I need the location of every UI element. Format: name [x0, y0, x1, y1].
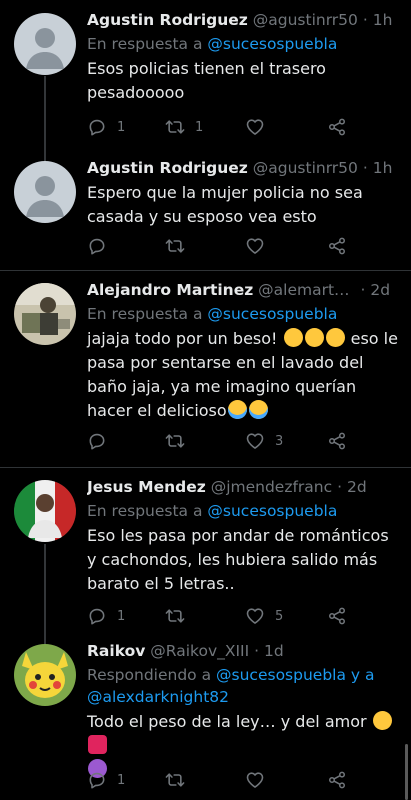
reply-button[interactable]: 1 [87, 116, 125, 138]
user-handle[interactable]: @agustinrr50 [253, 159, 358, 177]
tweet-text: Esos policias tienen el trasero pesadooo… [87, 59, 326, 102]
user-handle[interactable]: @jmendezfranc [211, 478, 332, 496]
like-button[interactable]: 3 [245, 430, 283, 452]
share-icon [327, 117, 347, 137]
reply-button[interactable]: 1 [87, 769, 125, 791]
tweet-actions [87, 235, 357, 257]
joy-emoji-icon [248, 400, 268, 419]
user-handle[interactable]: @agustinrr50 [253, 11, 358, 29]
tweet-text: jajaja todo por un beso! eso le pasa por… [87, 328, 398, 420]
tweet-actions: 1 [87, 769, 357, 791]
joy-emoji-icon [227, 400, 247, 419]
tweet-agustin-1[interactable]: Agustin Rodriguez @agustinrr50 · 1h En r… [0, 0, 411, 146]
tweet-raikov[interactable]: Raikov @Raikov_XIII · 1d Respondiendo a … [0, 632, 411, 800]
reply-icon [87, 431, 107, 451]
avatar[interactable] [14, 283, 76, 345]
reply-button[interactable]: 1 [87, 605, 125, 627]
timestamp[interactable]: 1d [264, 642, 284, 660]
mention-link[interactable]: @sucesospuebla [207, 502, 337, 520]
tweet-header: Raikov @Raikov_XIII · 1d [87, 642, 284, 660]
tweet-agustin-2[interactable]: Agustin Rodriguez @agustinrr50 · 1h Espe… [0, 146, 411, 270]
avatar[interactable] [14, 480, 76, 542]
like-icon [245, 770, 265, 790]
display-name[interactable]: Jesus Mendez [87, 478, 206, 496]
mention-link[interactable]: @alexdarknight82 [87, 688, 229, 706]
like-icon [245, 606, 265, 626]
tweet-actions: 1 1 [87, 116, 357, 138]
tweet-text: Espero que la mujer policia no sea casad… [87, 183, 363, 226]
heart-emoji-icon [88, 735, 107, 754]
retweet-button[interactable]: 1 [165, 116, 203, 138]
mention-link[interactable]: @sucesospuebla [207, 305, 337, 323]
reply-button[interactable] [87, 235, 117, 257]
user-handle[interactable]: @Raikov_XIII [150, 642, 249, 660]
mention-link[interactable]: @sucesospuebla [207, 35, 337, 53]
tweet-header: Agustin Rodriguez @agustinrr50 · 1h [87, 159, 393, 177]
like-icon [245, 431, 265, 451]
share-button[interactable] [327, 605, 347, 627]
tweet-text: Eso les pasa por andar de románticos y c… [87, 526, 389, 593]
rofl-emoji-icon [283, 328, 303, 347]
reply-context: En respuesta a @sucesospuebla [87, 502, 338, 520]
retweet-button[interactable] [165, 769, 195, 791]
tweet-header: Agustin Rodriguez @agustinrr50 · 1h [87, 11, 393, 29]
reply-context: Respondiendo a @sucesospuebla y a @alexd… [87, 666, 375, 706]
share-button[interactable] [327, 235, 347, 257]
scrollbar[interactable] [405, 744, 408, 800]
timestamp[interactable]: 1h [373, 11, 393, 29]
like-icon [245, 117, 265, 137]
reply-icon [87, 770, 107, 790]
share-icon [327, 606, 347, 626]
like-icon [245, 236, 265, 256]
timestamp[interactable]: 2d [347, 478, 367, 496]
display-name[interactable]: Agustin Rodriguez [87, 11, 248, 29]
share-icon [327, 431, 347, 451]
like-button[interactable] [245, 116, 275, 138]
reply-button[interactable] [87, 430, 117, 452]
retweet-icon [165, 770, 185, 790]
timestamp[interactable]: 1h [373, 159, 393, 177]
share-button[interactable] [327, 430, 347, 452]
retweet-button[interactable] [165, 235, 195, 257]
like-button[interactable] [245, 235, 275, 257]
avatar[interactable] [14, 161, 76, 223]
retweet-icon [165, 606, 185, 626]
display-name[interactable]: Agustin Rodriguez [87, 159, 248, 177]
display-name[interactable]: Raikov [87, 642, 145, 660]
retweet-icon [165, 236, 185, 256]
avatar[interactable] [14, 644, 76, 706]
tweet-actions: 3 [87, 430, 357, 452]
share-icon [327, 770, 347, 790]
tweet-actions: 1 5 [87, 605, 357, 627]
avatar[interactable] [14, 13, 76, 75]
reply-context: En respuesta a @sucesospuebla [87, 305, 338, 323]
rofl-emoji-icon [304, 328, 324, 347]
reply-icon [87, 606, 107, 626]
mention-link[interactable]: @sucesospuebla y a [216, 666, 374, 684]
display-name[interactable]: Alejandro Martinez [87, 281, 253, 299]
rofl-emoji-icon [325, 328, 345, 347]
tweet-alejandro[interactable]: Alejandro Martinez @alemart… · 2d En res… [0, 271, 411, 467]
share-button[interactable] [327, 116, 347, 138]
reply-feed: Agustin Rodriguez @agustinrr50 · 1h En r… [0, 0, 411, 800]
tweet-header: Alejandro Martinez @alemart… · 2d [87, 281, 391, 299]
reply-context: En respuesta a @sucesospuebla [87, 35, 338, 53]
reply-icon [87, 117, 107, 137]
retweet-button[interactable] [165, 430, 195, 452]
user-handle[interactable]: @alemart… [258, 281, 349, 299]
reply-icon [87, 236, 107, 256]
share-button[interactable] [327, 769, 347, 791]
retweet-icon [165, 117, 185, 137]
tweet-header: Jesus Mendez @jmendezfranc · 2d [87, 478, 367, 496]
like-button[interactable]: 5 [245, 605, 283, 627]
share-icon [327, 236, 347, 256]
tweet-jesus[interactable]: Jesus Mendez @jmendezfranc · 2d En respu… [0, 468, 411, 632]
smirk-emoji-icon [372, 711, 392, 730]
retweet-icon [165, 431, 185, 451]
timestamp[interactable]: 2d [370, 281, 390, 299]
retweet-button[interactable] [165, 605, 195, 627]
like-button[interactable] [245, 769, 275, 791]
